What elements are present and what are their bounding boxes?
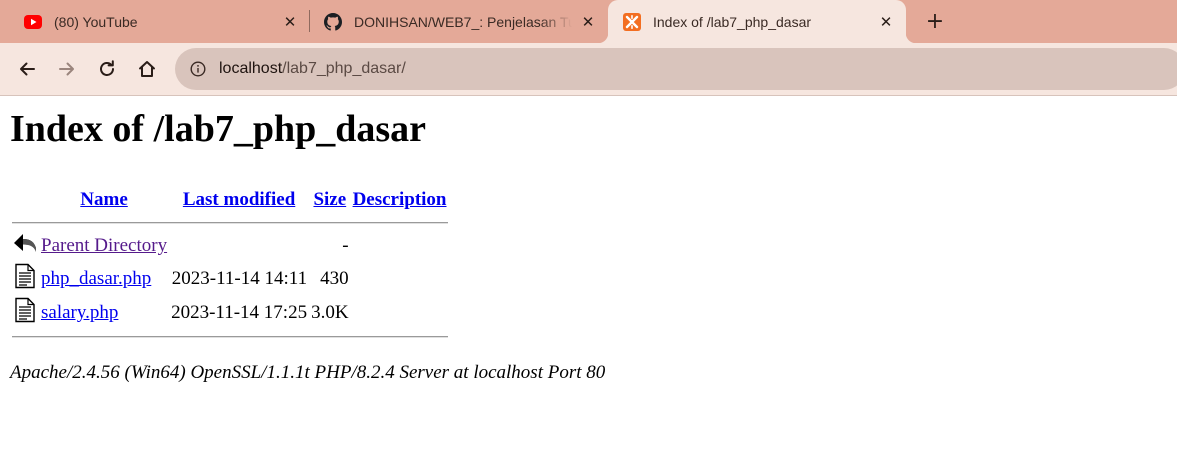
close-icon[interactable]: ✕ bbox=[280, 12, 300, 32]
tab-strip: (80) YouTube ✕ DONIHSAN/WEB7_: Penjelasa… bbox=[0, 0, 1177, 43]
reload-icon bbox=[100, 60, 114, 76]
row-icon-cell bbox=[12, 297, 38, 329]
server-signature: Apache/2.4.56 (Win64) OpenSSL/1.1.1t PHP… bbox=[10, 362, 606, 383]
row-modified bbox=[170, 231, 308, 261]
tab-title: Index of /lab7_php_dasar bbox=[653, 13, 812, 30]
divider bbox=[12, 336, 448, 338]
table-row: Parent Directory - bbox=[12, 231, 448, 261]
close-icon[interactable]: ✕ bbox=[876, 12, 896, 32]
sort-by-last-modified-link[interactable]: Last modified bbox=[183, 189, 295, 210]
page-content: Index of /lab7_php_dasar Name Last modif… bbox=[0, 96, 1177, 463]
back-arrow-icon bbox=[20, 62, 35, 76]
table-row: salary.php 2023-11-14 17:25 3.0K bbox=[12, 297, 448, 329]
tab-youtube[interactable]: (80) YouTube ✕ bbox=[24, 0, 304, 43]
url-text[interactable]: localhost/lab7_php_dasar/ bbox=[219, 60, 406, 78]
row-description bbox=[352, 297, 448, 329]
address-bar[interactable]: localhost/lab7_php_dasar/ bbox=[175, 48, 1177, 90]
text-file-icon bbox=[15, 297, 35, 323]
divider bbox=[12, 222, 448, 224]
github-icon bbox=[324, 12, 342, 31]
browser-toolbar: localhost/lab7_php_dasar/ bbox=[0, 43, 1177, 96]
row-size: 430 bbox=[320, 268, 349, 289]
divider-row bbox=[12, 331, 448, 343]
info-icon[interactable] bbox=[189, 60, 207, 78]
parent-directory-link[interactable]: Parent Directory bbox=[41, 235, 167, 256]
sort-by-name-link[interactable]: Name bbox=[80, 189, 127, 210]
youtube-icon bbox=[24, 13, 42, 31]
url-host: localhost bbox=[219, 60, 283, 77]
home-button[interactable] bbox=[133, 55, 161, 83]
tab-title: (80) YouTube bbox=[54, 13, 138, 30]
row-size: 3.0K bbox=[311, 302, 349, 323]
row-modified: 2023-11-14 17:25 bbox=[171, 302, 308, 323]
back-arrow-icon bbox=[14, 234, 36, 252]
page-title: Index of /lab7_php_dasar bbox=[10, 108, 427, 150]
text-file-icon bbox=[15, 263, 35, 289]
sort-by-size-link[interactable]: Size bbox=[313, 189, 346, 210]
reload-button[interactable] bbox=[93, 55, 121, 83]
row-icon-cell bbox=[12, 231, 38, 261]
table-header-row: Name Last modified Size Description bbox=[12, 185, 448, 215]
forward-arrow-icon bbox=[59, 62, 74, 76]
back-button[interactable] bbox=[13, 55, 41, 83]
close-icon[interactable]: ✕ bbox=[578, 12, 598, 32]
tab-index-lab7[interactable]: Index of /lab7_php_dasar ✕ bbox=[598, 0, 916, 43]
table-row: php_dasar.php 2023-11-14 14:11 430 bbox=[12, 263, 448, 295]
file-link-php-dasar[interactable]: php_dasar.php bbox=[41, 268, 151, 289]
xampp-icon bbox=[623, 12, 641, 31]
url-path: /lab7_php_dasar/ bbox=[282, 60, 406, 77]
directory-listing: Name Last modified Size Description Pare… bbox=[10, 183, 450, 345]
divider-row bbox=[12, 217, 448, 229]
file-link-salary[interactable]: salary.php bbox=[41, 302, 118, 323]
forward-button[interactable] bbox=[53, 55, 81, 83]
home-icon bbox=[139, 61, 155, 77]
row-icon-cell bbox=[12, 263, 38, 295]
row-modified: 2023-11-14 14:11 bbox=[171, 268, 308, 289]
row-size: - bbox=[342, 235, 349, 256]
icon-column-header bbox=[12, 185, 38, 215]
tab-github[interactable]: DONIHSAN/WEB7_: Penjelasan Tugas ✕ bbox=[324, 0, 602, 43]
row-description bbox=[352, 263, 448, 295]
sort-by-description-link[interactable]: Description bbox=[353, 189, 447, 210]
tab-title: DONIHSAN/WEB7_: Penjelasan Tugas bbox=[354, 13, 572, 30]
tab-divider bbox=[309, 10, 310, 32]
new-tab-button[interactable]: + bbox=[922, 8, 948, 34]
row-description bbox=[352, 231, 448, 261]
